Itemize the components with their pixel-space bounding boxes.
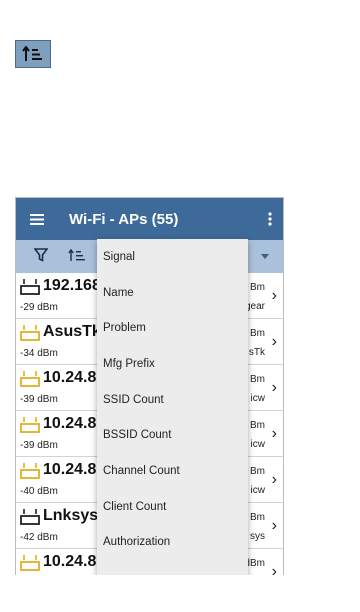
sort-option[interactable]: Client Count — [97, 489, 248, 525]
ap-detail-top: Bm — [250, 282, 265, 293]
ap-detail-bottom: icw — [250, 485, 265, 496]
sort-option[interactable]: Channel Count — [97, 453, 248, 489]
ap-detail-top: Bm — [250, 374, 265, 385]
ap-signal: -29 dBm — [20, 302, 58, 313]
ap-name: 10.24.8. — [43, 369, 101, 386]
ap-detail-bottom: icw — [250, 393, 265, 404]
chevron-down-icon[interactable] — [261, 254, 269, 259]
access-point-icon — [20, 416, 40, 439]
sort-icon — [15, 40, 51, 68]
access-point-icon — [20, 370, 40, 393]
ap-signal: -39 dBm — [20, 394, 58, 405]
chevron-right-icon[interactable]: › — [272, 380, 277, 396]
ap-name: 10.24.8. — [43, 415, 101, 432]
ap-signal: -39 dBm — [20, 440, 58, 451]
ap-signal: -42 dBm — [20, 532, 58, 543]
access-point-icon — [20, 278, 40, 301]
ap-detail-top: Bm — [250, 466, 265, 477]
filter-icon[interactable] — [33, 248, 49, 267]
ap-name: Lnksys: — [43, 507, 104, 524]
ap-detail-bottom: icw — [250, 439, 265, 450]
hamburger-icon[interactable] — [16, 198, 58, 240]
access-point-icon — [20, 462, 40, 485]
ap-detail-bottom: sTk — [248, 347, 265, 358]
chevron-right-icon[interactable]: › — [272, 518, 277, 534]
more-vertical-icon[interactable] — [265, 210, 275, 228]
sort-option[interactable]: Name — [97, 275, 248, 311]
sort-dropdown: Signal Name Problem Mfg Prefix SSID Count BSS… — [97, 239, 248, 575]
chevron-right-icon[interactable]: › — [272, 472, 277, 488]
chevron-right-icon[interactable]: › — [272, 426, 277, 442]
sort-option[interactable]: BSSID Count — [97, 417, 248, 453]
access-point-icon — [20, 508, 40, 531]
sort-option[interactable]: SSID Count — [97, 382, 248, 418]
ap-detail-top: Bm — [250, 328, 265, 339]
sort-option[interactable]: Problem — [97, 310, 248, 346]
sort-icon[interactable] — [68, 248, 86, 267]
ap-name: 192.168 — [43, 277, 101, 294]
ap-detail-top: Bm — [250, 512, 265, 523]
chevron-right-icon[interactable]: › — [272, 288, 277, 304]
sort-option[interactable]: Signal — [97, 239, 248, 275]
ap-signal: -34 dBm — [20, 348, 58, 359]
ap-detail-bottom: sys — [250, 531, 265, 542]
ap-detail-top: Bm — [250, 420, 265, 431]
chevron-right-icon[interactable]: › — [272, 334, 277, 350]
access-point-icon — [20, 324, 40, 347]
access-point-icon — [20, 554, 40, 575]
ap-name: 10.24.8. — [43, 461, 101, 478]
sort-option[interactable]: Authorization — [97, 525, 248, 561]
device-screen: Wi-Fi - APs (55) 192.168 -29 dBm Bm gear › — [15, 197, 284, 575]
sort-option[interactable]: Mfg Prefix — [97, 346, 248, 382]
page-title: Wi-Fi - APs (55) — [69, 210, 179, 228]
chevron-right-icon[interactable]: › — [272, 564, 277, 576]
app-bar: Wi-Fi - APs (55) — [16, 198, 283, 240]
ap-signal: -40 dBm — [20, 486, 58, 497]
